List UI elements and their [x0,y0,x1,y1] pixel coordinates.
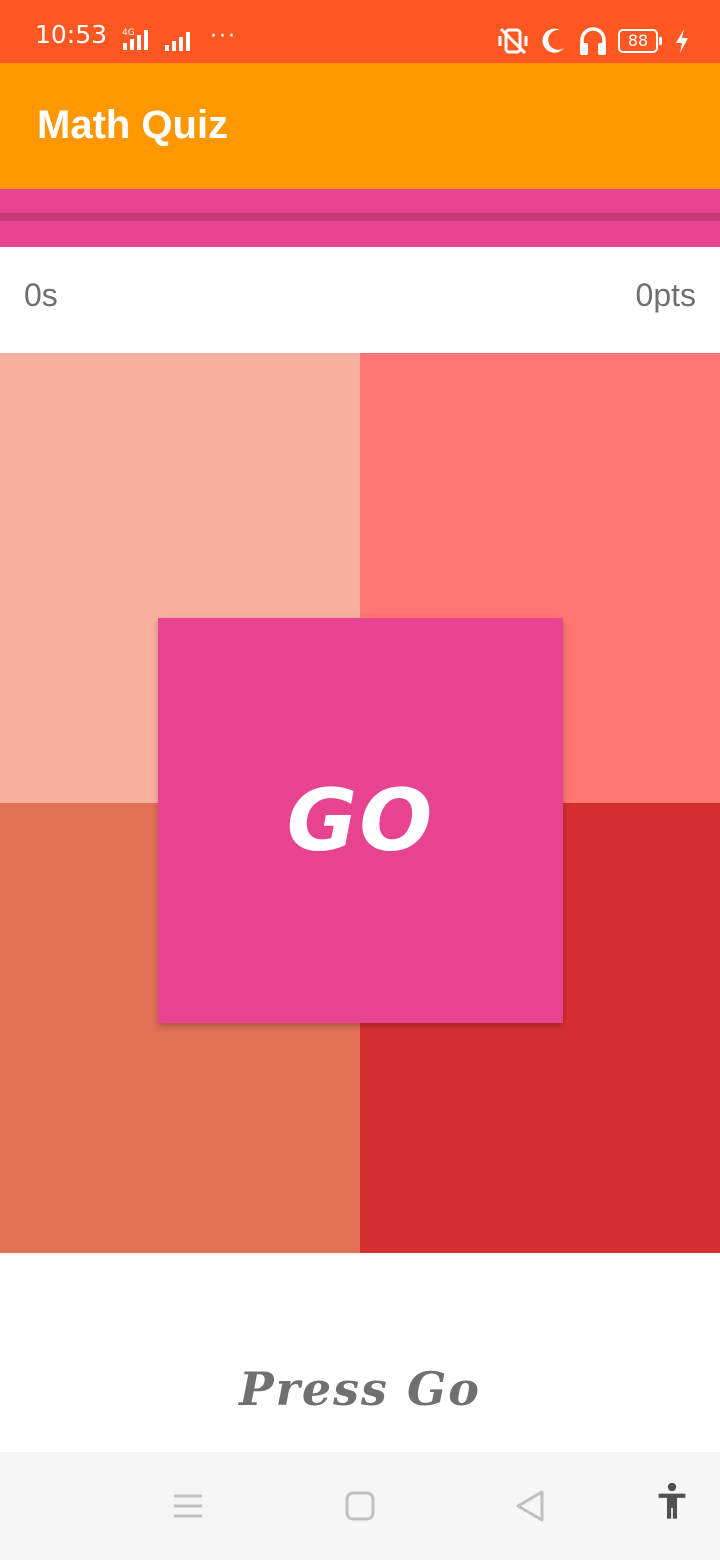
go-button[interactable]: GO [158,618,563,1023]
signal-4g-icon: 4G [122,28,148,50]
progress-bar-line [0,213,720,221]
back-icon[interactable] [510,1486,550,1526]
navigation-bar [0,1452,720,1560]
stats-row: 0s 0pts [0,247,720,353]
network-label: 4G [122,28,135,38]
status-icons: 88 [496,24,690,58]
battery-icon: 88 [618,29,662,53]
home-icon[interactable] [340,1486,380,1526]
headphones-icon [580,27,606,55]
charging-icon [676,29,688,53]
app-bar: Math Quiz [0,63,720,189]
points-label: 0pts [635,277,696,313]
status-time: 10:53 [35,20,108,49]
menu-icon[interactable] [168,1486,208,1526]
signal-icon [165,32,190,51]
status-bar: 10:53 4G ··· 88 [0,0,720,63]
vibrate-off-icon [498,27,528,55]
more-notifications-icon: ··· [210,24,237,49]
accessibility-icon[interactable] [652,1482,692,1522]
app-title: Math Quiz [37,103,229,147]
timer-label: 0s [24,277,58,313]
go-button-label: GO [286,770,435,871]
moon-icon [542,28,564,53]
hint-text: Press Go [239,1362,481,1416]
